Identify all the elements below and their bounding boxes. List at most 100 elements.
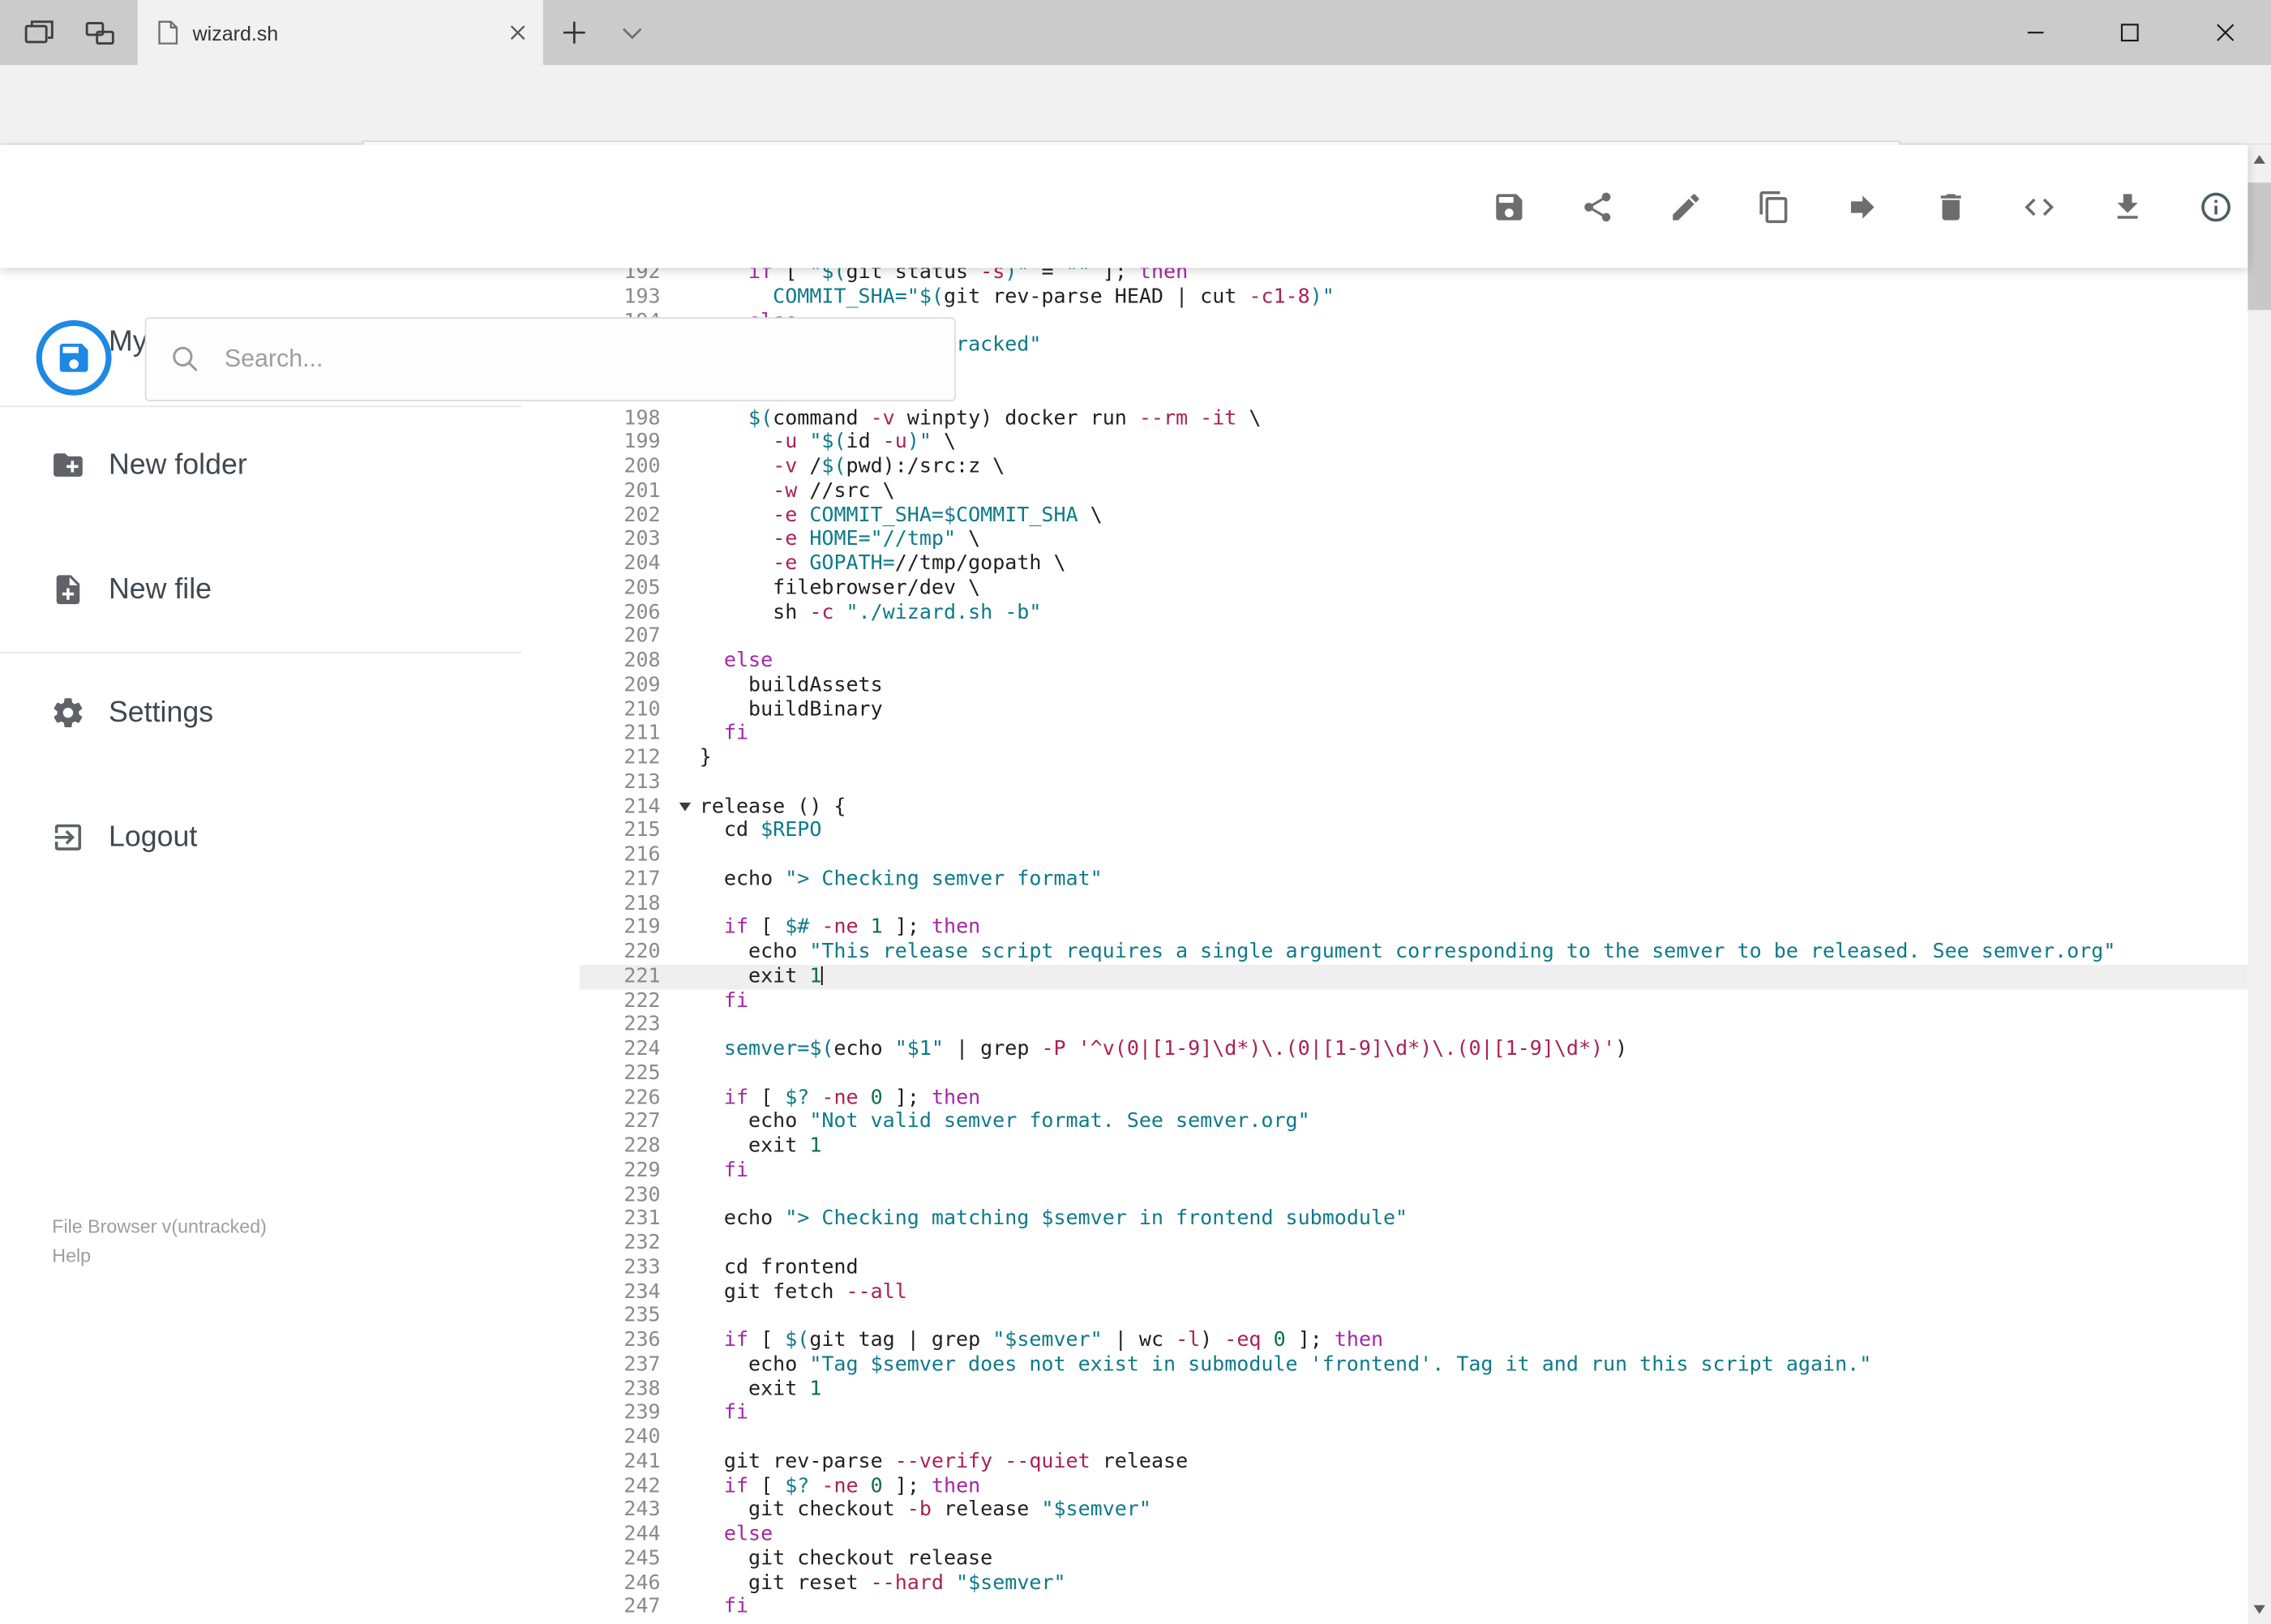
sidebar-item-logout[interactable]: Logout bbox=[0, 799, 580, 876]
code-text: cd $REPO bbox=[669, 819, 2247, 843]
code-line[interactable]: 222 fi bbox=[580, 988, 2248, 1013]
code-line[interactable]: 237 echo "Tag $semver does not exist in … bbox=[580, 1352, 2248, 1377]
code-token: '^v(0|[1-9]\d*)\.(0|[1-9]\d*)\.(0|[1-9]\… bbox=[1078, 1037, 1616, 1061]
code-line[interactable]: 228 exit 1 bbox=[580, 1134, 2248, 1159]
line-number: 223 bbox=[623, 1013, 661, 1037]
code-line[interactable]: 192 if [ "$(git status -s)" = "" ]; then bbox=[580, 268, 2248, 285]
code-line[interactable]: 193 COMMIT_SHA="$(git rev-parse HEAD | c… bbox=[580, 285, 2248, 310]
code-line[interactable]: 239 fi bbox=[580, 1401, 2248, 1425]
code-line[interactable]: 213 bbox=[580, 770, 2248, 795]
code-token: "" bbox=[1065, 268, 1091, 285]
set-tabs-aside-icon[interactable] bbox=[20, 15, 58, 52]
tab-close-icon[interactable] bbox=[510, 24, 526, 41]
code-line[interactable]: 204 -e GOPATH=//tmp/gopath \ bbox=[580, 552, 2248, 576]
code-line[interactable]: 230 bbox=[580, 1183, 2248, 1207]
code-line[interactable]: 224 semver=$(echo "$1" | grep -P '^v(0|[… bbox=[580, 1037, 2248, 1061]
line-number: 202 bbox=[623, 503, 661, 527]
code-line[interactable]: 205 filebrowser/dev \ bbox=[580, 576, 2248, 601]
code-token: cd frontend bbox=[699, 1255, 859, 1279]
code-line[interactable]: 226 if [ $? -ne 0 ]; then bbox=[580, 1086, 2248, 1110]
code-line[interactable]: 235 bbox=[580, 1305, 2248, 1329]
close-window-button[interactable] bbox=[2188, 0, 2260, 65]
code-line[interactable]: 202 -e COMMIT_SHA=$COMMIT_SHA \ bbox=[580, 503, 2248, 528]
code-line[interactable]: 210 buildBinary bbox=[580, 697, 2248, 722]
code-view-button[interactable] bbox=[2022, 189, 2057, 224]
filebrowser-logo[interactable] bbox=[36, 319, 112, 396]
sidebar-item-settings[interactable]: Settings bbox=[0, 674, 580, 752]
minimize-button[interactable] bbox=[1999, 0, 2071, 65]
download-button[interactable] bbox=[2110, 189, 2145, 224]
code-line[interactable]: 221 exit 1 bbox=[579, 964, 2248, 989]
code-editor[interactable]: 192 if [ "$(git status -s)" = "" ]; then… bbox=[579, 268, 2248, 1624]
code-line[interactable]: 218 bbox=[580, 892, 2248, 916]
code-line[interactable]: 201 -w //src \ bbox=[580, 479, 2248, 503]
code-line[interactable]: 245 git checkout release bbox=[580, 1547, 2248, 1571]
code-line[interactable]: 229 fi bbox=[580, 1159, 2248, 1183]
code-line[interactable]: 214 release () { bbox=[580, 795, 2248, 819]
code-line[interactable]: 208 else bbox=[580, 649, 2248, 673]
search-input[interactable] bbox=[221, 343, 932, 375]
search-box[interactable] bbox=[144, 317, 956, 401]
code-token: "$semver" bbox=[992, 1328, 1103, 1352]
tabs-set-aside-icon[interactable] bbox=[81, 15, 118, 52]
code-line[interactable]: 198 $(command -v winpty) docker run --rm… bbox=[580, 406, 2248, 431]
delete-button[interactable] bbox=[1934, 189, 1969, 224]
code-line[interactable]: 199 -u "$(id -u)" \ bbox=[580, 431, 2248, 455]
code-line[interactable]: 223 bbox=[580, 1013, 2248, 1037]
code-line[interactable]: 233 cd frontend bbox=[580, 1256, 2248, 1280]
code-token: -it bbox=[1200, 406, 1237, 430]
code-line[interactable]: 209 buildAssets bbox=[580, 673, 2248, 697]
code-line[interactable]: 225 bbox=[580, 1061, 2248, 1086]
code-line[interactable]: 246 git reset --hard "$semver" bbox=[580, 1571, 2248, 1596]
code-line[interactable]: 212} bbox=[580, 746, 2248, 770]
move-button[interactable] bbox=[1845, 189, 1880, 224]
code-text: filebrowser/dev \ bbox=[669, 576, 2247, 601]
code-line[interactable]: 243 git checkout -b release "$semver" bbox=[580, 1498, 2248, 1523]
scroll-down-arrow[interactable] bbox=[2247, 1598, 2271, 1622]
code-line[interactable]: 238 exit 1 bbox=[580, 1377, 2248, 1401]
code-line[interactable]: 207 bbox=[580, 625, 2248, 649]
maximize-button[interactable] bbox=[2093, 0, 2165, 65]
code-line[interactable]: 227 echo "Not valid semver format. See s… bbox=[580, 1110, 2248, 1134]
save-button[interactable] bbox=[1492, 189, 1527, 224]
code-line[interactable]: 216 bbox=[580, 843, 2248, 868]
code-line[interactable]: 203 -e HOME="//tmp" \ bbox=[580, 528, 2248, 552]
code-line[interactable]: 241 git rev-parse --verify --quiet relea… bbox=[580, 1450, 2248, 1474]
code-token: echo bbox=[699, 1206, 786, 1231]
code-line[interactable]: 215 cd $REPO bbox=[580, 819, 2248, 843]
code-token: echo bbox=[699, 1110, 810, 1133]
code-line[interactable]: 206 sh -c "./wizard.sh -b" bbox=[580, 601, 2248, 625]
code-line[interactable]: 234 git fetch --all bbox=[580, 1280, 2248, 1305]
new-tab-button[interactable] bbox=[553, 11, 593, 52]
code-line[interactable]: 219 if [ $# -ne 1 ]; then bbox=[580, 916, 2248, 941]
code-line[interactable]: 244 else bbox=[580, 1523, 2248, 1547]
code-line[interactable]: 200 -v /$(pwd):/src:z \ bbox=[580, 455, 2248, 479]
code-line[interactable]: 232 bbox=[580, 1232, 2248, 1256]
line-number: 247 bbox=[623, 1595, 661, 1619]
fold-arrow-icon[interactable] bbox=[679, 801, 692, 811]
copy-button[interactable] bbox=[1757, 189, 1792, 224]
help-link[interactable]: Help bbox=[52, 1241, 267, 1270]
share-button[interactable] bbox=[1580, 189, 1615, 224]
code-line[interactable]: 247 fi bbox=[580, 1596, 2248, 1620]
browser-tab[interactable]: wizard.sh bbox=[137, 0, 543, 66]
code-line[interactable]: 242 if [ $? -ne 0 ]; then bbox=[580, 1474, 2248, 1498]
info-button[interactable] bbox=[2199, 189, 2234, 224]
code-line[interactable]: 211 fi bbox=[580, 722, 2248, 746]
code-text: git rev-parse --verify --quiet release bbox=[669, 1450, 2247, 1474]
code-line[interactable]: 220 echo "This release script requires a… bbox=[580, 941, 2248, 965]
sidebar-item-new-file[interactable]: New file bbox=[0, 551, 580, 628]
code-line[interactable]: 236 if [ $(git tag | grep "$semver" | wc… bbox=[580, 1328, 2248, 1352]
code-line[interactable]: 217 echo "> Checking semver format" bbox=[580, 868, 2248, 892]
code-line[interactable]: 240 bbox=[580, 1425, 2248, 1450]
sidebar-item-new-folder[interactable]: New folder bbox=[0, 426, 580, 503]
code-line[interactable]: 231 echo "> Checking matching $semver in… bbox=[580, 1207, 2248, 1232]
page-scrollbar[interactable] bbox=[2247, 144, 2271, 1624]
code-token: exit bbox=[699, 1377, 810, 1400]
tab-preview-chevron-icon[interactable] bbox=[615, 17, 647, 49]
edit-button[interactable] bbox=[1669, 189, 1703, 224]
line-number: 235 bbox=[623, 1304, 661, 1328]
